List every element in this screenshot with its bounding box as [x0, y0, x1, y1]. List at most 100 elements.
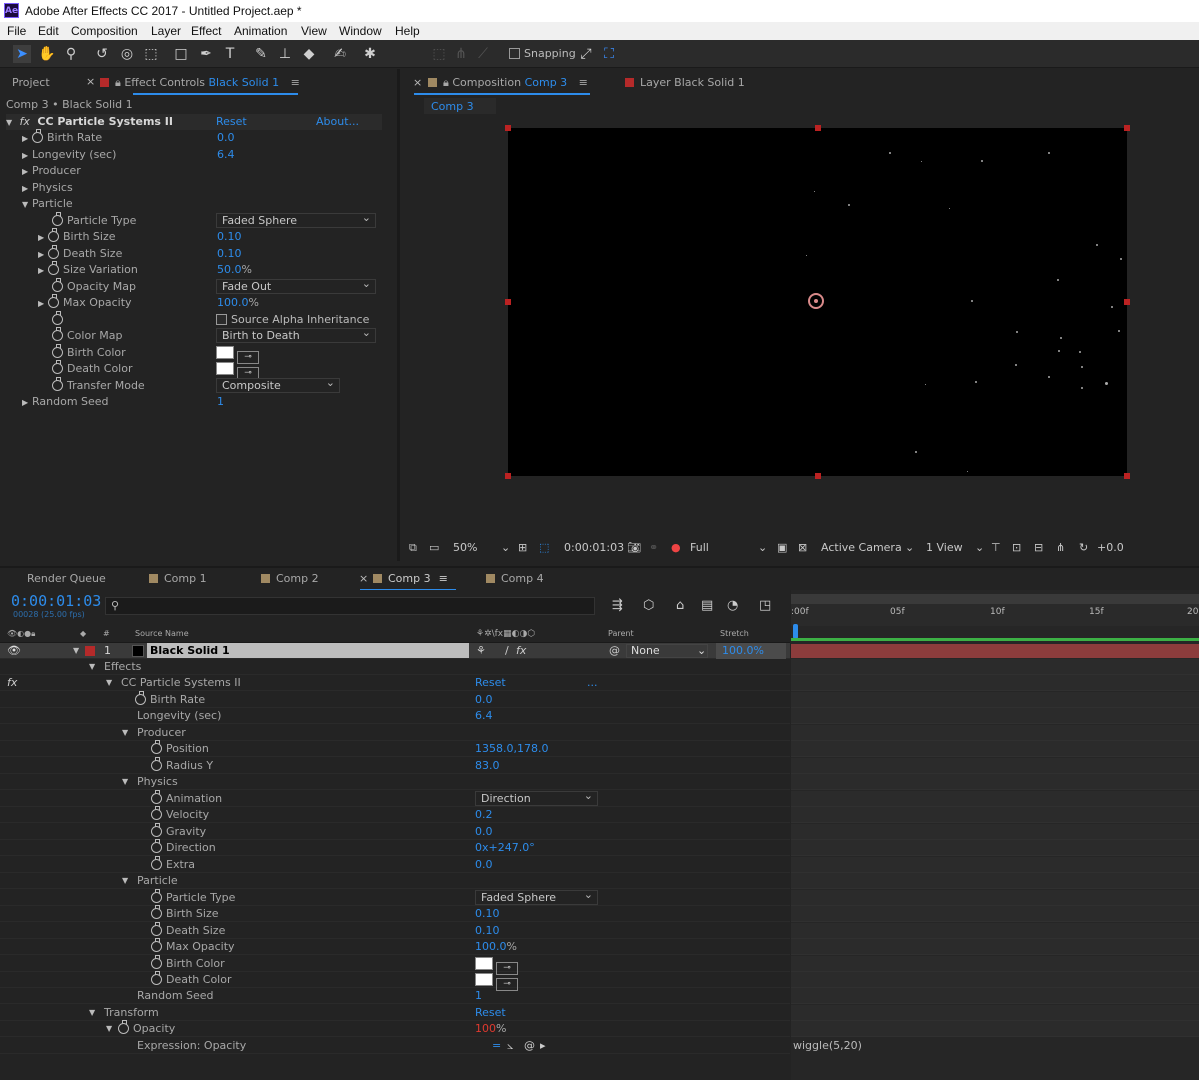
snapshot-camera-icon[interactable]: 📷︎	[627, 541, 641, 554]
stopwatch-icon[interactable]	[151, 938, 162, 952]
layer-handle[interactable]	[505, 299, 511, 305]
layer-row[interactable]: 👁︎ ▼ 1 Black Solid 1 ⚘ / fx @ None ⌄ 100.…	[0, 643, 790, 659]
prop-value-birth-rate[interactable]: 0.0	[217, 130, 235, 146]
stopwatch-icon[interactable]	[151, 856, 162, 870]
panel-menu-icon[interactable]: ≡	[439, 572, 448, 585]
motion-blur-icon[interactable]: ◔	[727, 598, 738, 613]
resolution-dropdown[interactable]: Full ⌄	[690, 541, 770, 554]
camera-orbit-icon[interactable]: ◎	[118, 45, 136, 63]
prop-value-max-opacity[interactable]: 100.0%	[217, 295, 259, 311]
expand-triangle-icon[interactable]: ▶	[22, 131, 32, 147]
menu-file[interactable]: File	[7, 24, 26, 38]
layer-name[interactable]: Black Solid 1	[147, 643, 469, 658]
prop-value[interactable]: 1	[475, 988, 482, 1004]
tab-effect-controls[interactable]: 🔒︎ Effect Controls Black Solid 1 ≡	[100, 76, 300, 90]
layer-handle[interactable]	[1124, 473, 1130, 479]
collapse-triangle-icon[interactable]: ▼	[22, 197, 32, 213]
menu-effect[interactable]: Effect	[191, 24, 221, 38]
shy-layers-icon[interactable]: ⌂	[676, 598, 684, 613]
value-number[interactable]: 100.0	[217, 296, 249, 309]
group-row-physics[interactable]: ▼ Physics	[0, 774, 790, 790]
group-physics[interactable]: ▶ Physics	[22, 180, 73, 196]
prop-value-birth-size[interactable]: 0.10	[217, 229, 242, 245]
prop-value-random-seed[interactable]: 1	[217, 394, 224, 410]
source-alpha-checkbox-row[interactable]: Source Alpha Inheritance	[216, 312, 369, 328]
expand-triangle-icon[interactable]: ▶	[22, 395, 32, 411]
expression-graph-icon[interactable]: ⦣	[507, 1038, 513, 1054]
region-of-interest-icon[interactable]: ▣	[777, 541, 787, 554]
close-tab-icon[interactable]: ×	[86, 75, 95, 88]
roto-brush-icon[interactable]: ✍	[331, 45, 349, 63]
expression-text-field[interactable]: wiggle(5,20)	[793, 1038, 862, 1054]
expand-triangle-icon[interactable]: ▶	[38, 230, 48, 246]
tab-comp-1[interactable]: Comp 1	[149, 572, 207, 585]
snapping-checkbox[interactable]	[509, 48, 520, 59]
particle-type-dropdown[interactable]: Faded Sphere	[216, 211, 376, 228]
quality-switch-icon[interactable]: /	[505, 643, 509, 659]
stopwatch-icon[interactable]	[151, 839, 162, 853]
prop-value[interactable]: 100	[475, 1022, 496, 1035]
rectangle-tool-icon[interactable]: □	[172, 45, 190, 63]
timeline-current-time[interactable]: 0:00:01:03	[11, 592, 101, 610]
menu-composition[interactable]: Composition	[71, 24, 138, 38]
prop-value[interactable]: 0x+247.0°	[475, 840, 535, 856]
reset-link[interactable]: Reset	[216, 114, 247, 130]
layer-handle[interactable]	[505, 125, 511, 131]
time-ruler[interactable]: :00f 05f 10f 15f 20	[791, 604, 1199, 626]
composition-canvas[interactable]	[505, 125, 1130, 479]
type-tool-icon[interactable]: T	[221, 45, 239, 63]
about-link[interactable]: About...	[316, 114, 359, 130]
collapse-triangle-icon[interactable]: ▼	[89, 659, 99, 675]
expand-triangle-icon[interactable]: ▼	[6, 115, 16, 131]
color-map-dropdown[interactable]: Birth to Death	[216, 326, 376, 343]
stopwatch-icon[interactable]	[52, 360, 63, 374]
stopwatch-icon[interactable]	[32, 129, 43, 143]
views-dropdown[interactable]: 1 View ⌄	[926, 541, 986, 554]
frame-blending-icon[interactable]: ▤	[701, 598, 713, 613]
reset-link[interactable]: Reset	[475, 675, 506, 691]
tab-project[interactable]: Project	[12, 76, 50, 89]
menu-window[interactable]: Window	[339, 24, 382, 38]
collapse-triangle-icon[interactable]: ▼	[122, 725, 132, 741]
reset-exposure-icon[interactable]: ↻	[1079, 541, 1088, 554]
stopwatch-icon[interactable]	[151, 971, 162, 985]
stopwatch-icon[interactable]	[52, 311, 63, 325]
animation-dropdown[interactable]: Direction	[475, 789, 598, 806]
stopwatch-icon[interactable]	[118, 1020, 129, 1034]
panel-menu-icon[interactable]: ≡	[579, 76, 588, 89]
panel-menu-icon[interactable]: ≡	[291, 76, 300, 89]
group-producer[interactable]: ▶ Producer	[22, 163, 81, 179]
mask-visibility-icon[interactable]: ⬚	[539, 541, 549, 554]
prop-value-longevity[interactable]: 6.4	[217, 147, 235, 163]
stopwatch-icon[interactable]	[151, 889, 162, 903]
stretch-value[interactable]: 100.0%	[716, 643, 786, 659]
group-row-particle[interactable]: ▼ Particle	[0, 873, 790, 889]
toggle-pixel-aspect-icon[interactable]: ⊤	[991, 541, 1001, 554]
parent-header[interactable]: Parent	[608, 626, 634, 642]
selection-tool-icon[interactable]: ➤	[13, 45, 31, 63]
puppet-pin-icon[interactable]: ✱	[361, 45, 379, 63]
expand-triangle-icon[interactable]: ▶	[38, 263, 48, 279]
snapping-toggle[interactable]: Snapping	[509, 47, 576, 60]
prop-value[interactable]: 6.4	[475, 708, 493, 724]
current-time-indicator[interactable]	[793, 624, 798, 639]
layer-handle[interactable]	[815, 473, 821, 479]
layer-handle[interactable]	[815, 125, 821, 131]
layer-search-input[interactable]: ⚲	[105, 597, 595, 615]
work-area-bar[interactable]	[791, 594, 1199, 604]
stopwatch-icon[interactable]	[48, 261, 59, 275]
stopwatch-icon[interactable]	[151, 922, 162, 936]
expression-enable-icon[interactable]: =	[492, 1038, 501, 1054]
rotate-tool-icon[interactable]: ↺	[93, 45, 111, 63]
birth-color-swatch[interactable]	[216, 346, 234, 359]
stopwatch-icon[interactable]	[151, 757, 162, 771]
fx-icon[interactable]: fx	[20, 115, 30, 128]
timeline-icon[interactable]: ⊟	[1034, 541, 1043, 554]
menu-view[interactable]: View	[301, 24, 327, 38]
zoom-dropdown[interactable]: 50% ⌄	[453, 541, 510, 554]
snap-edges-icon[interactable]: ⤢	[577, 45, 595, 63]
tab-comp-4[interactable]: Comp 4	[486, 572, 544, 585]
monitor-icon[interactable]: ▭	[429, 541, 439, 554]
stopwatch-icon[interactable]	[151, 905, 162, 919]
stopwatch-icon[interactable]	[151, 806, 162, 820]
